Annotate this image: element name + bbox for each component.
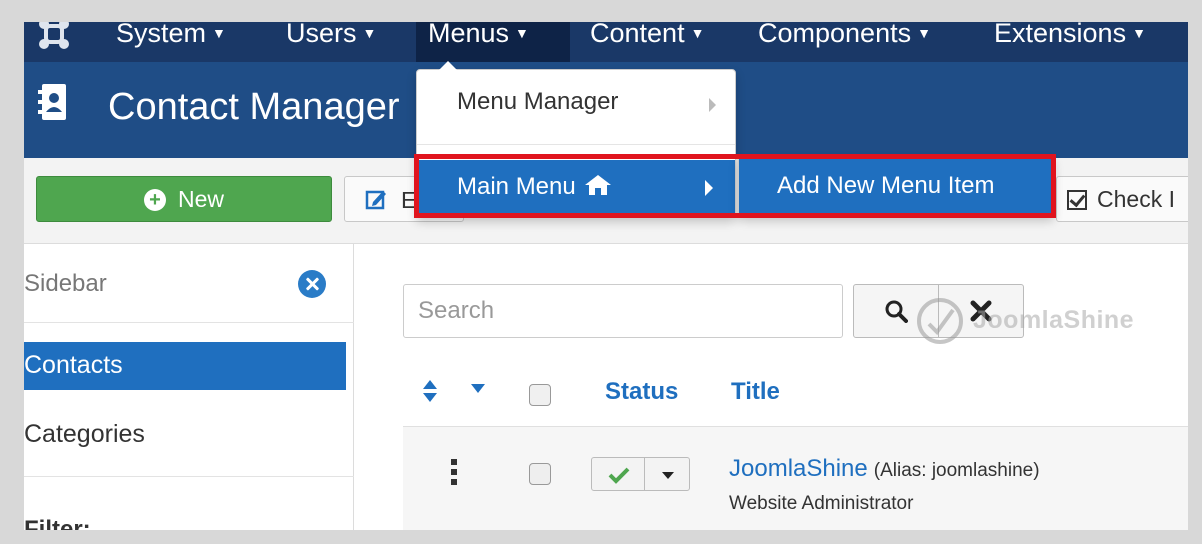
search-icon <box>885 300 908 323</box>
menu-item-menu-manager[interactable]: Menu Manager <box>417 88 735 116</box>
new-button-label: New <box>177 186 224 212</box>
main-content: Search Status Title JoomlaShine (Alias: … <box>355 244 1188 530</box>
caret-down-icon: ▼ <box>1132 25 1146 41</box>
close-circle-icon[interactable] <box>298 270 326 298</box>
nav-menus-label: Menus <box>428 22 510 48</box>
new-button[interactable]: + New <box>36 176 332 222</box>
checkbox-icon <box>1067 190 1087 210</box>
nav-system-label: System <box>116 22 207 48</box>
menu-item-label: Main Menu <box>457 173 576 200</box>
nav-menus[interactable]: Menus ▼ <box>416 22 570 62</box>
joomlashine-logo-icon <box>917 298 963 344</box>
edit-button-label: E <box>401 187 417 213</box>
caret-down-icon: ▼ <box>515 25 529 41</box>
divider <box>24 476 354 477</box>
sidebar-title: Sidebar <box>24 270 107 297</box>
home-icon <box>584 175 611 195</box>
table-row: JoomlaShine (Alias: joomlashine) Website … <box>403 426 1188 530</box>
nav-system[interactable]: System ▼ <box>104 22 238 62</box>
row-checkbox[interactable] <box>529 463 551 485</box>
publish-toggle-button[interactable] <box>591 457 645 491</box>
caret-down-icon: ▼ <box>362 25 377 41</box>
check-icon <box>608 467 630 484</box>
add-new-menu-item[interactable]: Add New Menu Item <box>739 159 1053 213</box>
nav-content-label: Content <box>590 22 685 48</box>
check-in-label: Check I <box>1097 186 1175 212</box>
column-header-status[interactable]: Status <box>605 378 678 406</box>
filter-heading: Filter: <box>24 516 91 530</box>
drag-handle-icon[interactable] <box>451 459 457 485</box>
row-alias: (Alias: joomlashine) <box>873 460 1040 481</box>
select-all-checkbox[interactable] <box>529 384 551 406</box>
top-navbar: System ▼ Users ▼ Menus ▼ Content ▼ Component… <box>24 22 1188 62</box>
caret-down-icon: ▼ <box>917 25 931 41</box>
nav-components[interactable]: Components ▼ <box>746 22 943 62</box>
row-title-link[interactable]: JoomlaShine <box>729 455 868 482</box>
plus-circle-icon: + <box>143 189 166 211</box>
dropdown-pointer <box>439 61 457 70</box>
divider <box>24 322 354 323</box>
joomla-logo-icon[interactable] <box>38 22 70 50</box>
address-book-icon <box>38 84 66 120</box>
nav-users[interactable]: Users ▼ <box>274 22 388 62</box>
chevron-right-icon <box>709 98 716 112</box>
status-dropdown-button[interactable] <box>644 457 690 491</box>
check-in-button[interactable]: Check I <box>1056 176 1188 222</box>
nav-users-label: Users <box>286 22 357 48</box>
row-access-level: Website Administrator <box>729 493 914 514</box>
sidebar-item-categories[interactable]: Categories <box>24 420 145 449</box>
search-input[interactable]: Search <box>403 284 843 338</box>
caret-down-icon <box>662 472 674 479</box>
menu-item-main-menu[interactable]: Main Menu <box>417 160 735 214</box>
nav-extensions[interactable]: Extensions ▼ <box>982 22 1158 62</box>
menu-item-label: Menu Manager <box>457 88 619 115</box>
row-title: JoomlaShine (Alias: joomlashine) <box>729 455 1040 483</box>
sort-icon[interactable] <box>423 380 437 402</box>
nav-extensions-label: Extensions <box>994 22 1127 48</box>
caret-down-icon: ▼ <box>212 25 226 41</box>
edit-icon <box>365 190 386 210</box>
watermark: JoomlaShine <box>915 296 1145 346</box>
divider <box>417 144 735 145</box>
sidebar: Sidebar Contacts Categories Filter: <box>24 244 354 530</box>
nav-components-label: Components <box>758 22 912 48</box>
nav-content[interactable]: Content ▼ <box>578 22 716 62</box>
caret-down-icon: ▼ <box>690 25 705 41</box>
chevron-right-icon <box>705 180 713 196</box>
sidebar-item-contacts[interactable]: Contacts <box>24 342 346 390</box>
caret-down-icon[interactable] <box>471 384 485 394</box>
main-menu-submenu: Add New Menu Item <box>738 156 1054 216</box>
column-header-title[interactable]: Title <box>731 378 780 406</box>
menus-dropdown: Menu Manager Main Menu <box>416 61 736 217</box>
page-title: Contact Manager <box>108 86 400 128</box>
app-frame: System ▼ Users ▼ Menus ▼ Content ▼ Component… <box>24 22 1188 530</box>
watermark-text: JoomlaShine <box>973 306 1135 334</box>
